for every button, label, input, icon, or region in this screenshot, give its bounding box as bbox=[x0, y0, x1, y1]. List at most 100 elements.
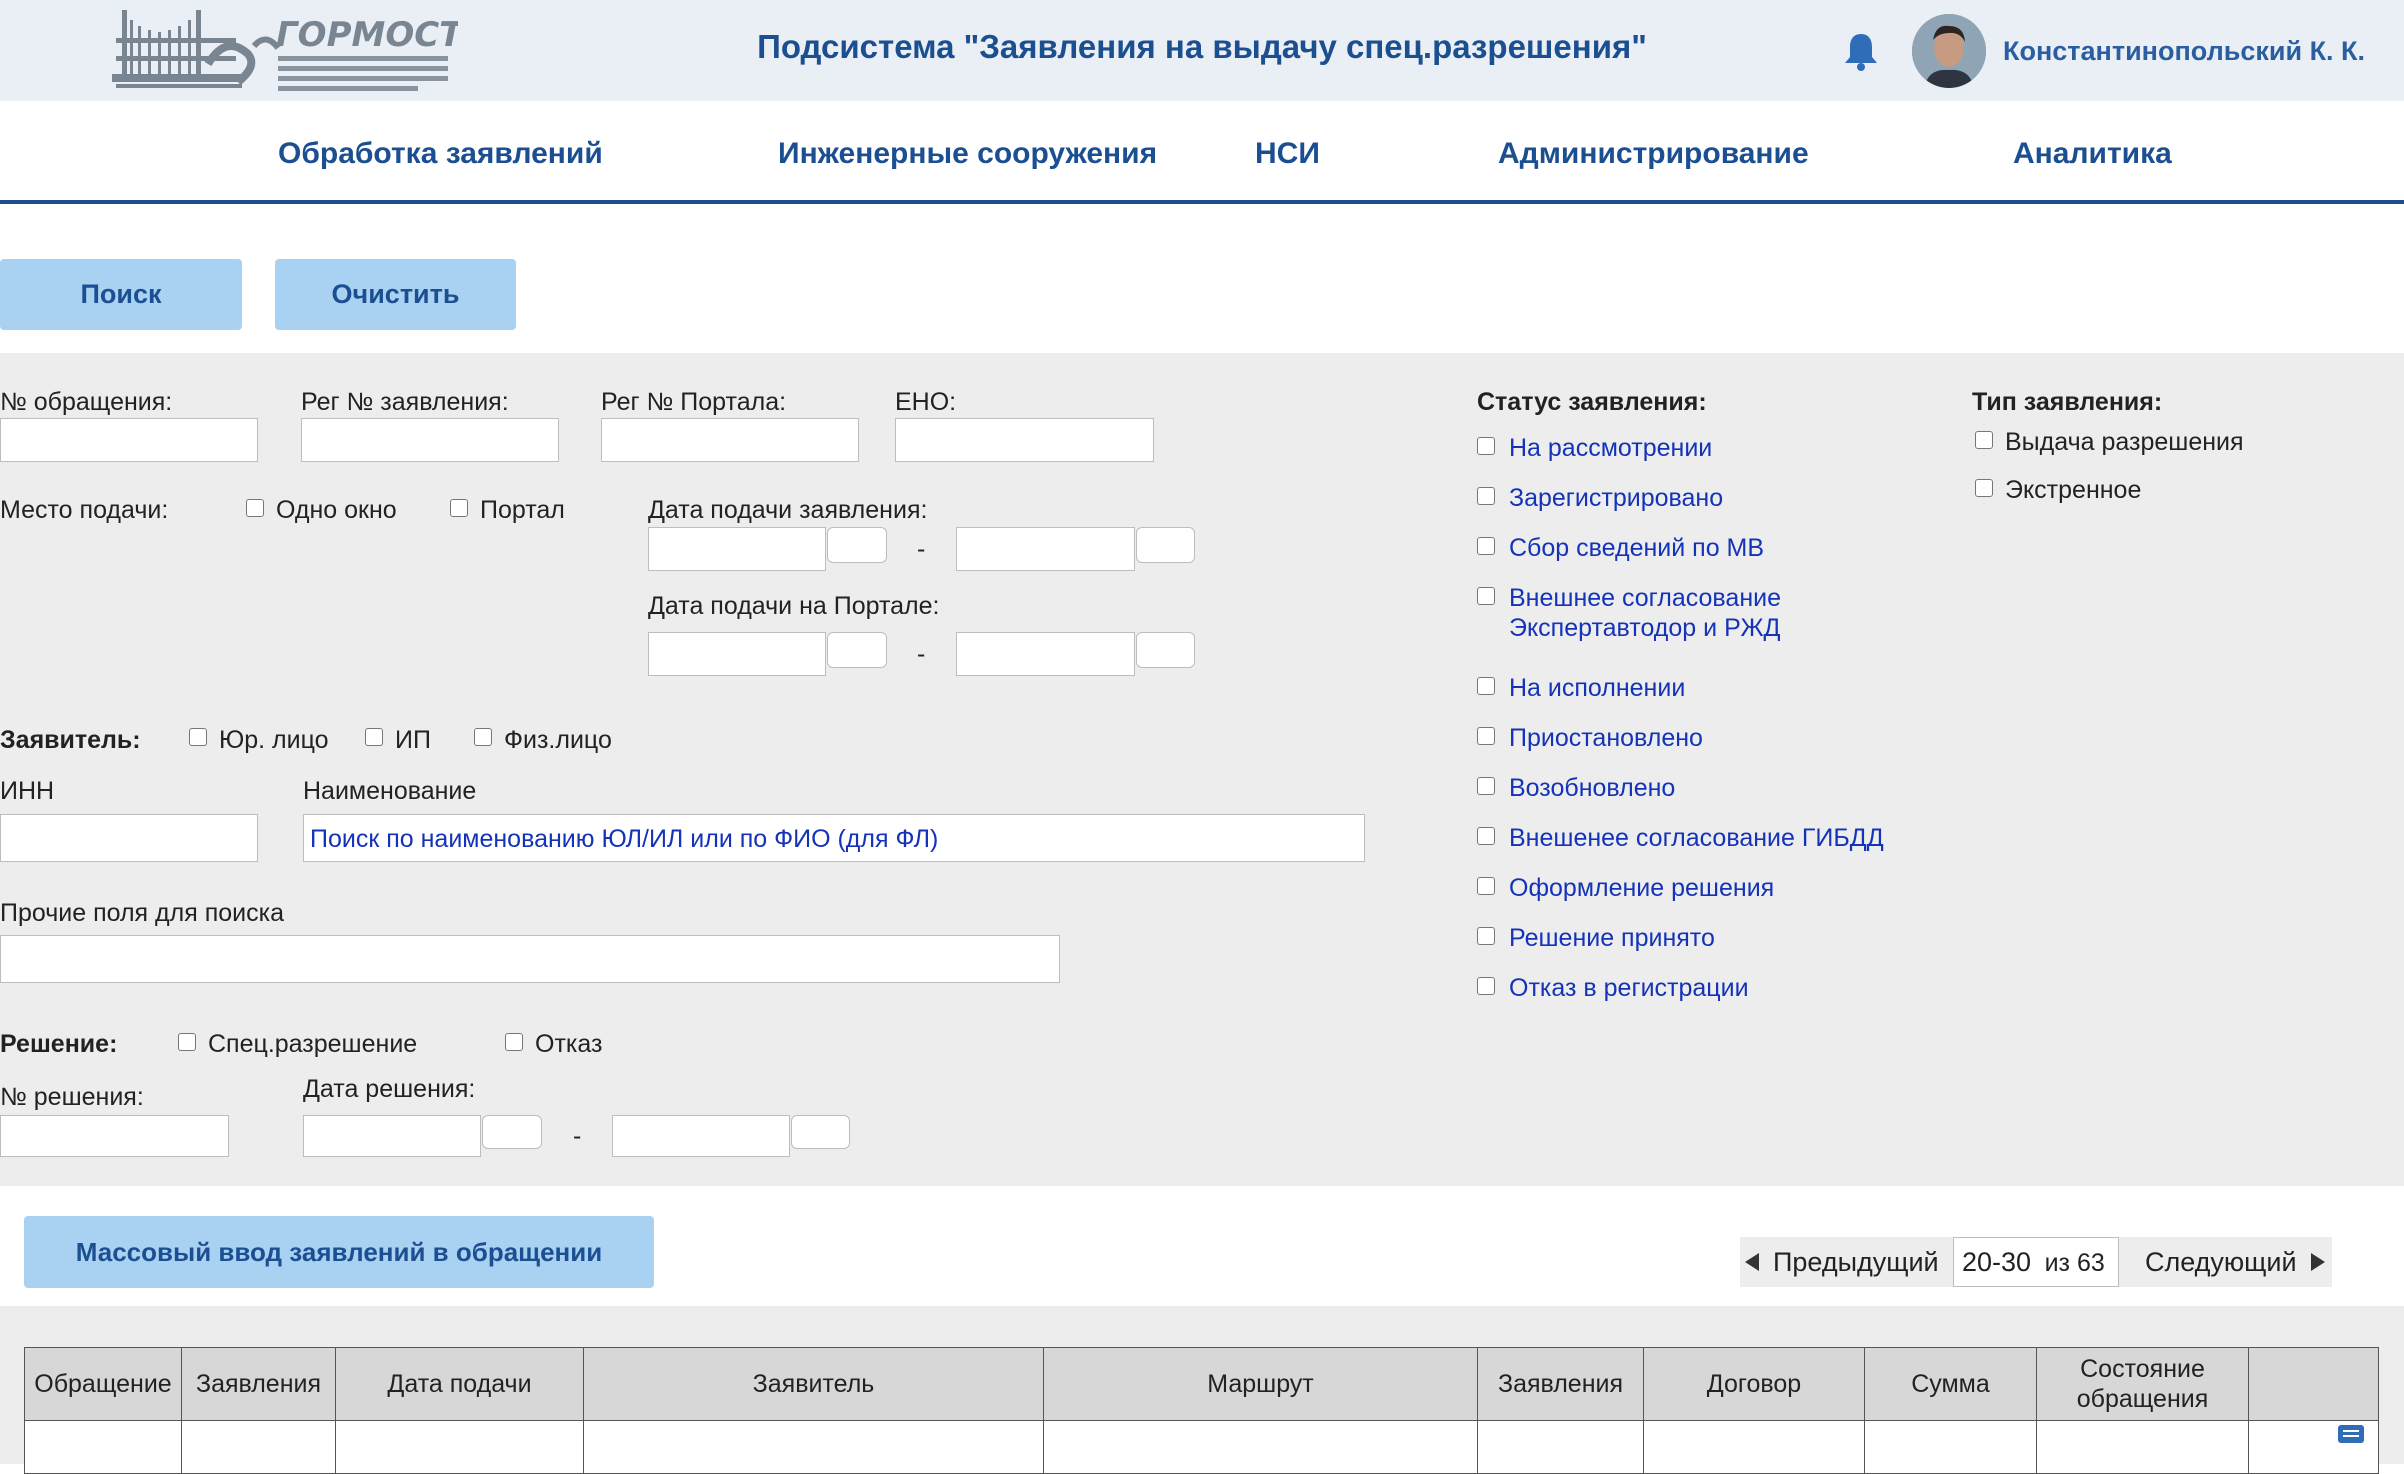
status-label-drafting: Оформление решения bbox=[1509, 874, 1775, 902]
decision-refusal-checkbox[interactable] bbox=[505, 1033, 523, 1051]
column-header[interactable]: Маршрут bbox=[1043, 1347, 1478, 1421]
table-cell bbox=[2248, 1420, 2379, 1474]
applicant-person-label: Физ.лицо bbox=[504, 726, 612, 754]
nav-item-applications[interactable]: Обработка заявлений bbox=[278, 137, 603, 171]
clear-button[interactable]: Очистить bbox=[275, 259, 516, 330]
date-submit-dash: - bbox=[917, 535, 926, 563]
place-one-window-checkbox[interactable] bbox=[246, 499, 264, 517]
inn-label: ИНН bbox=[0, 777, 55, 805]
status-checkbox-registered[interactable] bbox=[1477, 487, 1495, 505]
reg-no-label: Рег № заявления: bbox=[301, 388, 509, 416]
place-portal-checkbox[interactable] bbox=[450, 499, 468, 517]
column-header[interactable]: Обращение bbox=[24, 1347, 182, 1421]
date-submit-to-calendar-button[interactable] bbox=[1136, 527, 1195, 563]
eno-input[interactable] bbox=[895, 418, 1154, 462]
table-cell bbox=[24, 1420, 182, 1474]
place-one-window-label: Одно окно bbox=[276, 496, 397, 524]
date-submit-from-calendar-button[interactable] bbox=[827, 527, 887, 563]
column-header[interactable]: Заявления bbox=[181, 1347, 336, 1421]
status-checkbox-drafting[interactable] bbox=[1477, 877, 1495, 895]
date-portal-label: Дата подачи на Портале: bbox=[648, 592, 940, 620]
decision-date-from-calendar-button[interactable] bbox=[482, 1115, 542, 1149]
user-avatar[interactable] bbox=[1912, 14, 1986, 88]
status-label-refused: Отказ в регистрации bbox=[1509, 974, 1749, 1002]
status-checkbox-suspended[interactable] bbox=[1477, 727, 1495, 745]
search-button[interactable]: Поиск bbox=[0, 259, 242, 330]
row-menu-icon[interactable] bbox=[2338, 1425, 2364, 1443]
name-search-input[interactable]: Поиск по наименованию ЮЛ/ИЛ или по ФИО (… bbox=[303, 814, 1365, 862]
table-header-row: Обращение Заявления Дата подачи Заявител… bbox=[24, 1347, 2379, 1421]
column-header[interactable]: Заявитель bbox=[583, 1347, 1044, 1421]
mass-input-button[interactable]: Массовый ввод заявлений в обращении bbox=[24, 1216, 654, 1288]
applicant-person-checkbox[interactable] bbox=[474, 728, 492, 746]
column-header[interactable]: Сумма bbox=[1864, 1347, 2037, 1421]
table-cell bbox=[181, 1420, 336, 1474]
status-checkbox-review[interactable] bbox=[1477, 437, 1495, 455]
applicant-ip-checkbox[interactable] bbox=[365, 728, 383, 746]
status-checkbox-refused[interactable] bbox=[1477, 977, 1495, 995]
decision-date-from-input[interactable] bbox=[303, 1115, 481, 1157]
status-label-execution: На исполнении bbox=[1509, 674, 1686, 702]
nav-item-analytics[interactable]: Аналитика bbox=[2013, 137, 2172, 171]
status-label-gibdd: Внешенее согласование ГИБДД bbox=[1509, 824, 1884, 852]
decision-date-label: Дата решения: bbox=[303, 1075, 476, 1103]
status-label-review: На рассмотрении bbox=[1509, 434, 1713, 462]
reg-no-input[interactable] bbox=[301, 418, 559, 462]
column-header bbox=[2248, 1347, 2379, 1421]
table-cell bbox=[1477, 1420, 1644, 1474]
applicant-ip-label: ИП bbox=[395, 726, 431, 754]
table-cell bbox=[583, 1420, 1044, 1474]
table-cell bbox=[2036, 1420, 2249, 1474]
other-fields-input[interactable] bbox=[0, 935, 1060, 983]
status-checkbox-decided[interactable] bbox=[1477, 927, 1495, 945]
column-header[interactable]: Дата подачи bbox=[335, 1347, 584, 1421]
status-checkbox-external[interactable] bbox=[1477, 587, 1495, 605]
decision-refusal-label: Отказ bbox=[535, 1030, 603, 1058]
status-label-decided: Решение принято bbox=[1509, 924, 1715, 952]
arrow-left-icon bbox=[1745, 1253, 1759, 1271]
applicant-legal-label: Юр. лицо bbox=[219, 726, 329, 754]
pager-range: 20-30 bbox=[1962, 1247, 2032, 1277]
date-portal-from-input[interactable] bbox=[648, 632, 826, 676]
table-row[interactable] bbox=[24, 1420, 2379, 1474]
nav-item-engineering[interactable]: Инженерные сооружения bbox=[778, 137, 1157, 171]
decision-date-dash: - bbox=[573, 1122, 582, 1150]
appeal-no-input[interactable] bbox=[0, 418, 258, 462]
column-header[interactable]: Заявления bbox=[1477, 1347, 1644, 1421]
date-portal-from-calendar-button[interactable] bbox=[827, 632, 887, 668]
portal-reg-no-input[interactable] bbox=[601, 418, 859, 462]
table-cell bbox=[335, 1420, 584, 1474]
pager-range-box[interactable]: 20-30 из 63 bbox=[1953, 1237, 2119, 1287]
nav-item-nsi[interactable]: НСИ bbox=[1255, 137, 1320, 171]
pager-prev-button[interactable]: Предыдущий bbox=[1740, 1237, 1953, 1287]
table-cell bbox=[1043, 1420, 1478, 1474]
pager-total: из 63 bbox=[2044, 1249, 2105, 1277]
status-checkbox-execution[interactable] bbox=[1477, 677, 1495, 695]
applicant-legal-checkbox[interactable] bbox=[189, 728, 207, 746]
date-portal-to-input[interactable] bbox=[956, 632, 1135, 676]
inn-input[interactable] bbox=[0, 814, 258, 862]
column-header[interactable]: Договор bbox=[1643, 1347, 1865, 1421]
user-name[interactable]: Константинопольский К. К. bbox=[2003, 36, 2365, 67]
decision-special-checkbox[interactable] bbox=[178, 1033, 196, 1051]
date-portal-to-calendar-button[interactable] bbox=[1136, 632, 1195, 668]
place-portal-label: Портал bbox=[480, 496, 565, 524]
arrow-right-icon bbox=[2311, 1253, 2325, 1271]
status-checkbox-resumed[interactable] bbox=[1477, 777, 1495, 795]
avatar-photo-icon bbox=[1912, 14, 1986, 88]
decision-date-to-input[interactable] bbox=[612, 1115, 790, 1157]
status-checkbox-gibdd[interactable] bbox=[1477, 827, 1495, 845]
decision-date-to-calendar-button[interactable] bbox=[791, 1115, 850, 1149]
nav-item-admin[interactable]: Администрирование bbox=[1498, 137, 1809, 171]
type-checkbox-permit[interactable] bbox=[1975, 431, 1993, 449]
type-checkbox-urgent[interactable] bbox=[1975, 479, 1993, 497]
decision-no-input[interactable] bbox=[0, 1115, 229, 1157]
column-header[interactable]: Состояние обращения bbox=[2036, 1347, 2249, 1421]
pager-next-button[interactable]: Следующий bbox=[2119, 1237, 2332, 1287]
status-checkbox-mv[interactable] bbox=[1477, 537, 1495, 555]
eno-label: ЕНО: bbox=[895, 388, 957, 416]
name-label: Наименование bbox=[303, 777, 477, 805]
date-submit-from-input[interactable] bbox=[648, 527, 826, 571]
date-submit-to-input[interactable] bbox=[956, 527, 1135, 571]
bell-icon[interactable] bbox=[1842, 30, 1880, 72]
